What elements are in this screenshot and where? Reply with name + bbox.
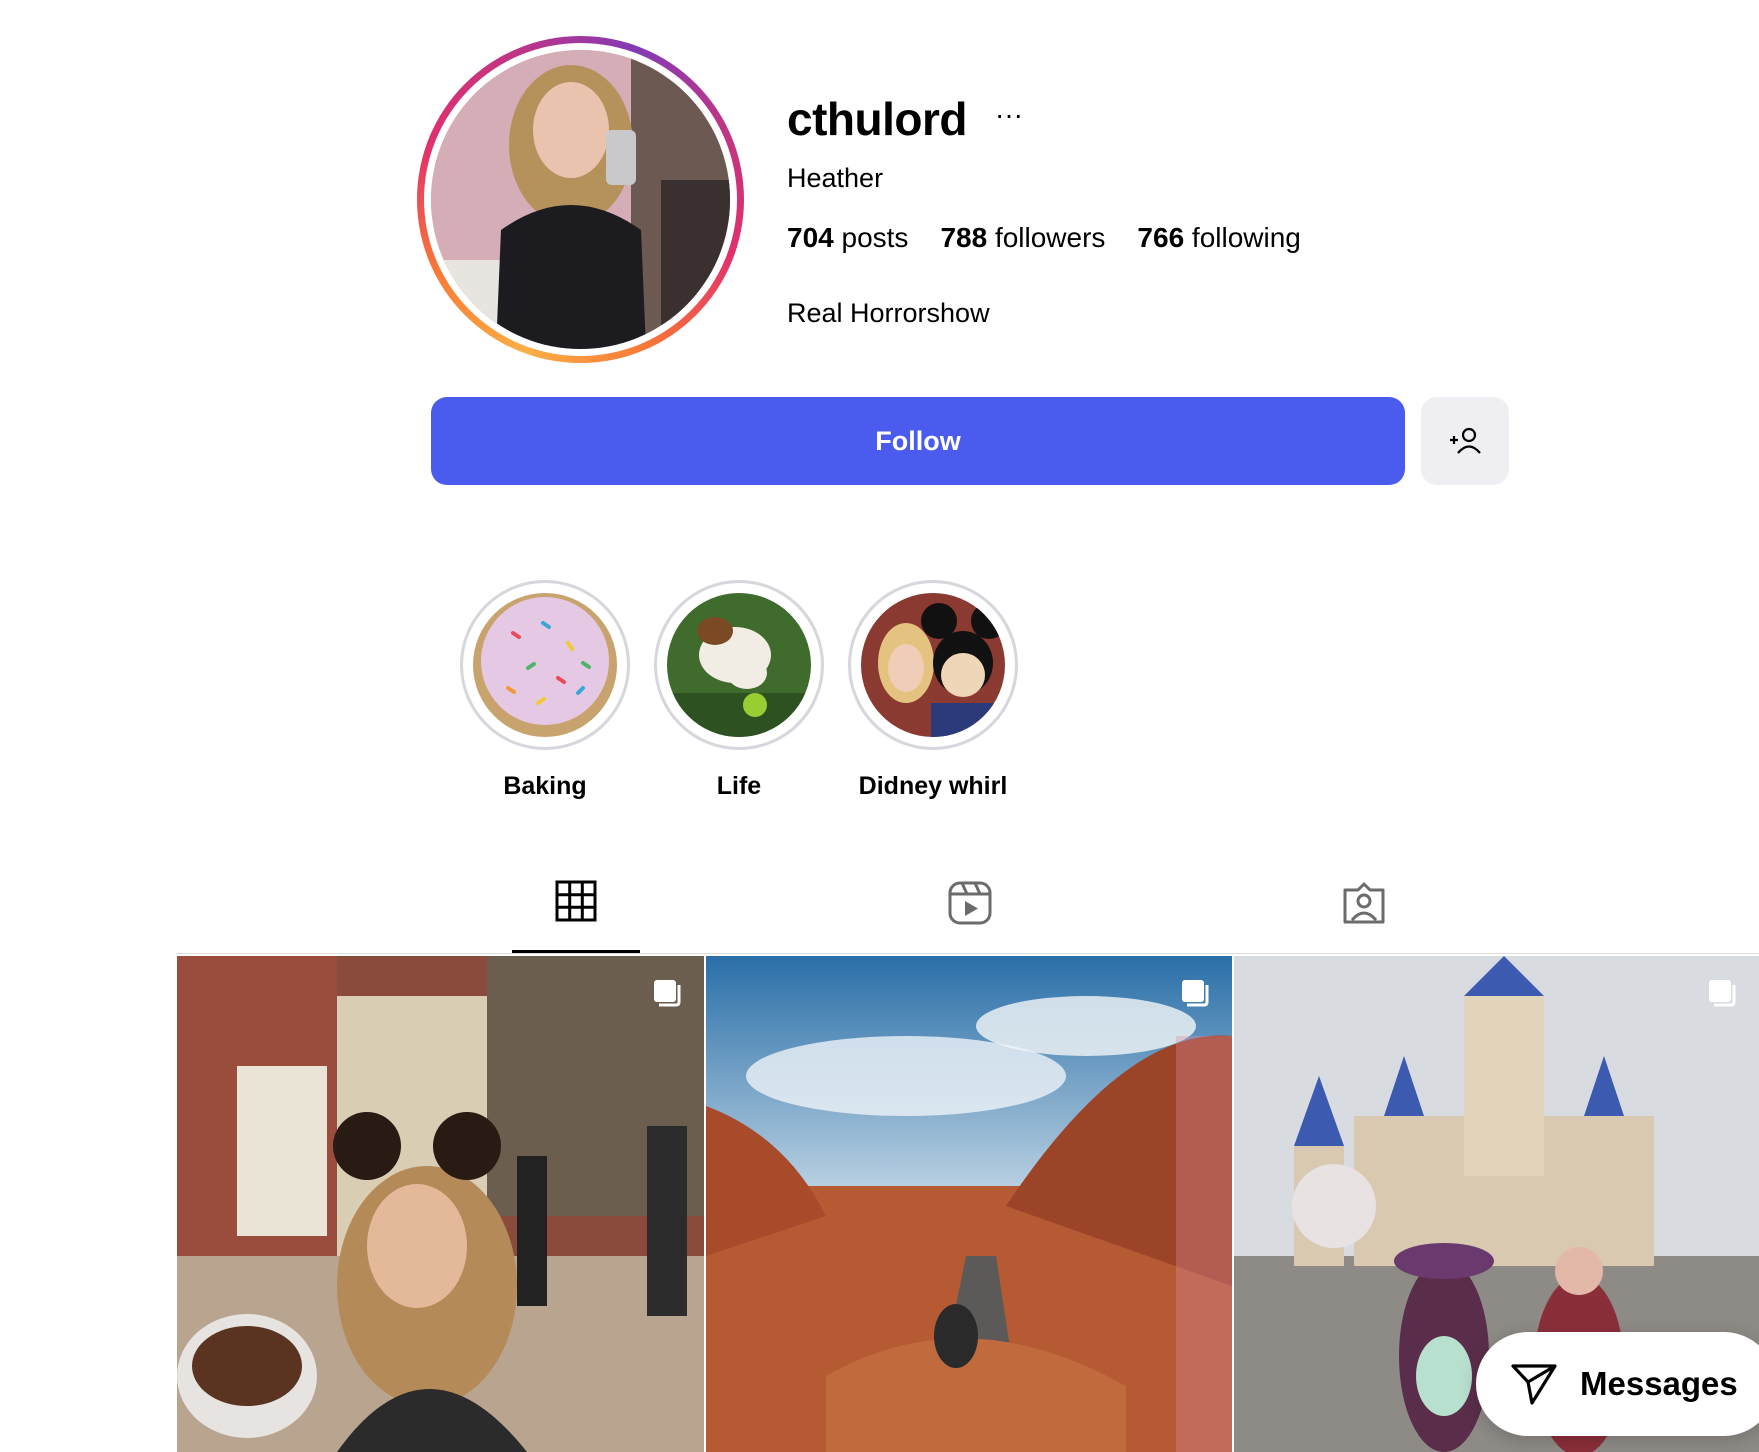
highlight-label: Life bbox=[716, 772, 762, 800]
sprinkle-cake-photo bbox=[473, 593, 617, 737]
paper-plane-icon bbox=[1511, 1364, 1557, 1405]
avatar-border bbox=[424, 43, 737, 356]
more-options-button[interactable]: ··· bbox=[995, 101, 1023, 129]
messages-button[interactable]: Messages bbox=[1476, 1332, 1759, 1436]
stat-following[interactable]: 766 following bbox=[1137, 222, 1300, 254]
stat-posts: 704 posts bbox=[787, 222, 908, 254]
messages-label: Messages bbox=[1580, 1365, 1738, 1402]
tab-posts[interactable] bbox=[512, 880, 640, 952]
grid-icon bbox=[555, 880, 597, 922]
stat-followers[interactable]: 788 followers bbox=[940, 222, 1105, 254]
red-rock-desert-photo bbox=[706, 956, 1232, 1452]
highlight-ring bbox=[654, 580, 824, 750]
stat-value: 766 bbox=[1137, 222, 1185, 253]
carousel-icon bbox=[654, 980, 681, 1007]
highlight-ring bbox=[848, 580, 1018, 750]
profile-full-name: Heather bbox=[787, 163, 884, 193]
stat-label: followers bbox=[994, 222, 1106, 253]
add-person-icon bbox=[1450, 427, 1481, 454]
carousel-icon bbox=[1709, 980, 1736, 1007]
mickey-photo bbox=[861, 593, 1005, 737]
active-tab-indicator bbox=[512, 950, 640, 953]
highlight-life[interactable]: Life bbox=[654, 580, 824, 801]
disney-epcot-selfie-photo bbox=[177, 956, 704, 1452]
stat-value: 704 bbox=[787, 222, 834, 253]
carousel-icon bbox=[1182, 980, 1209, 1007]
follow-button[interactable]: Follow bbox=[431, 397, 1405, 485]
dog-photo bbox=[667, 593, 811, 737]
stat-value: 788 bbox=[940, 222, 988, 253]
reels-icon bbox=[948, 881, 992, 925]
highlight-ring bbox=[460, 580, 630, 750]
profile-username: cthulord bbox=[787, 93, 967, 145]
profile-bio: Real Horrorshow bbox=[787, 298, 990, 328]
tab-reels[interactable] bbox=[906, 880, 1034, 952]
tagged-icon bbox=[1343, 882, 1385, 924]
profile-avatar-ring[interactable] bbox=[417, 36, 744, 363]
stat-label: following bbox=[1191, 222, 1301, 253]
suggested-accounts-button[interactable] bbox=[1421, 397, 1509, 485]
profile-stats: 704 posts 788 followers 766 following bbox=[787, 222, 1301, 254]
post-tile[interactable] bbox=[706, 956, 1232, 1452]
highlight-label: Baking bbox=[503, 772, 587, 800]
avatar bbox=[431, 50, 730, 349]
tabs-divider bbox=[176, 953, 1759, 954]
highlight-baking[interactable]: Baking bbox=[460, 580, 630, 801]
tab-tagged[interactable] bbox=[1300, 880, 1428, 952]
post-tile[interactable] bbox=[177, 956, 704, 1452]
highlight-label: Didney whirl bbox=[858, 772, 1008, 800]
highlight-didney-whirl[interactable]: Didney whirl bbox=[848, 580, 1018, 801]
stat-label: posts bbox=[841, 222, 909, 253]
